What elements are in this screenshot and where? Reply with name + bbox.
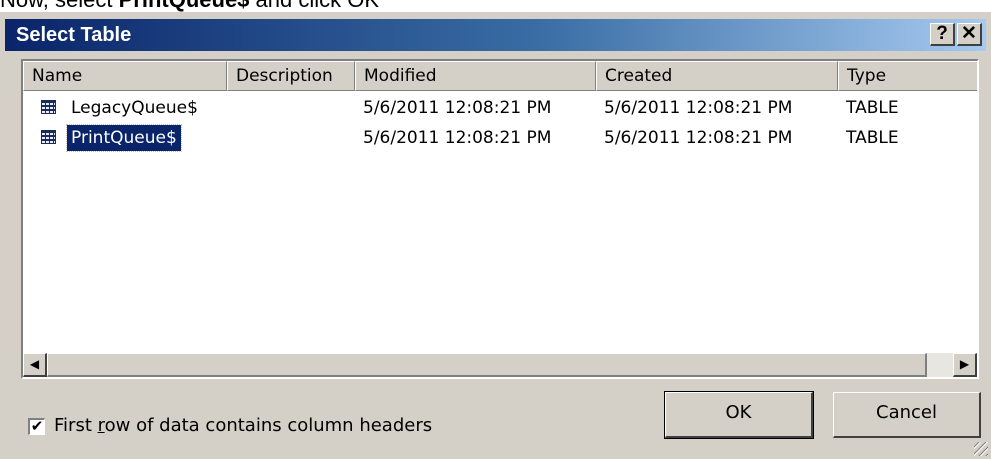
row-type: TABLE — [846, 98, 899, 118]
close-icon: ✕ — [961, 23, 977, 44]
scroll-right-button[interactable]: ▶ — [953, 353, 977, 377]
arrow-right-icon: ▶ — [959, 357, 970, 371]
resize-grip-icon[interactable] — [974, 442, 988, 456]
instruction-prefix: Now, select — [0, 0, 119, 12]
scroll-thumb[interactable] — [47, 353, 927, 377]
arrow-left-icon: ◀ — [29, 357, 40, 371]
row-modified: 5/6/2011 12:08:21 PM — [363, 98, 552, 118]
column-header-name[interactable]: Name — [23, 61, 227, 91]
dialog-title: Select Table — [16, 24, 132, 46]
instruction-suffix: and click OK — [249, 0, 380, 12]
row-created: 5/6/2011 12:08:21 PM — [604, 128, 793, 148]
help-button[interactable]: ? — [930, 23, 955, 46]
column-header-modified[interactable]: Modified — [355, 61, 596, 91]
title-bar[interactable]: Select Table ? ✕ — [5, 19, 986, 51]
horizontal-scrollbar[interactable]: ◀ ▶ — [23, 353, 977, 377]
row-created: 5/6/2011 12:08:21 PM — [604, 98, 793, 118]
column-header-description[interactable]: Description — [227, 61, 355, 91]
row-name: LegacyQueue$ — [71, 98, 198, 118]
row-type: TABLE — [846, 128, 899, 148]
instruction-text: Now, select PrintQueue$ and click OK — [0, 0, 991, 12]
table-list[interactable]: Name Description Modified Created Type L… — [21, 59, 979, 379]
column-header-created[interactable]: Created — [596, 61, 838, 91]
close-button[interactable]: ✕ — [957, 23, 982, 46]
first-row-headers-label[interactable]: First row of data contains column header… — [54, 412, 432, 440]
label-part: ow of data contains column headers — [104, 415, 433, 436]
table-row[interactable]: LegacyQueue$ 5/6/2011 12:08:21 PM 5/6/20… — [23, 93, 977, 123]
select-table-dialog: Select Table ? ✕ Name Description Modifi… — [0, 12, 991, 459]
label-accelerator: r — [97, 415, 105, 436]
scroll-left-button[interactable]: ◀ — [23, 353, 47, 377]
column-header-row: Name Description Modified Created Type — [23, 61, 977, 91]
column-header-type[interactable]: Type — [838, 61, 977, 91]
table-grid-icon — [41, 100, 56, 114]
first-row-headers-checkbox[interactable]: ✔ — [28, 418, 45, 435]
ok-button[interactable]: OK — [664, 391, 814, 439]
instruction-bold: PrintQueue$ — [119, 0, 250, 12]
cancel-button[interactable]: Cancel — [833, 392, 981, 438]
checkmark-icon: ✔ — [30, 417, 44, 435]
row-name-selected: PrintQueue$ — [66, 124, 182, 152]
table-grid-icon — [41, 130, 56, 144]
table-row-selected[interactable]: PrintQueue$ 5/6/2011 12:08:21 PM 5/6/201… — [23, 123, 977, 153]
label-part: First — [54, 415, 98, 436]
row-modified: 5/6/2011 12:08:21 PM — [363, 128, 552, 148]
